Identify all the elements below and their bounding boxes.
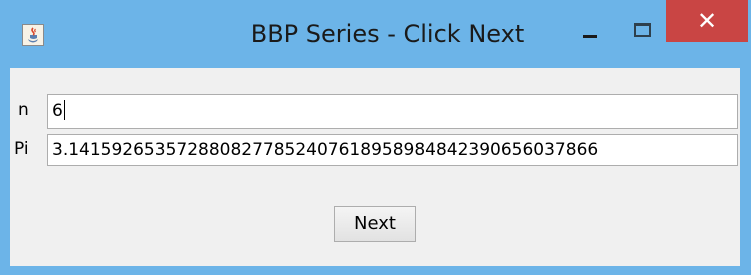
text-caret bbox=[63, 100, 65, 120]
client-area: n 6 Pi 3.1415926535728808277852407618958… bbox=[10, 68, 740, 266]
close-icon: ✕ bbox=[696, 7, 718, 35]
next-button[interactable]: Next bbox=[334, 206, 416, 242]
n-label: n bbox=[18, 100, 29, 120]
title-bar[interactable]: BBP Series - Click Next ✕ bbox=[0, 0, 751, 68]
pi-output-field[interactable]: 3.14159265357288082778524076189589848423… bbox=[47, 134, 738, 166]
java-cup-icon[interactable] bbox=[22, 24, 44, 46]
pi-label: Pi bbox=[14, 139, 29, 159]
n-input[interactable]: 6 bbox=[47, 94, 738, 129]
maximize-button[interactable] bbox=[620, 10, 660, 40]
minimize-button[interactable] bbox=[570, 10, 610, 40]
n-input-value: 6 bbox=[52, 101, 63, 121]
pi-output-value: 3.14159265357288082778524076189589848423… bbox=[52, 140, 599, 160]
app-window: BBP Series - Click Next ✕ n 6 Pi 3.14159… bbox=[0, 0, 751, 275]
window-title-text: BBP Series - Click Next bbox=[250, 20, 525, 48]
close-button[interactable]: ✕ bbox=[666, 0, 748, 42]
